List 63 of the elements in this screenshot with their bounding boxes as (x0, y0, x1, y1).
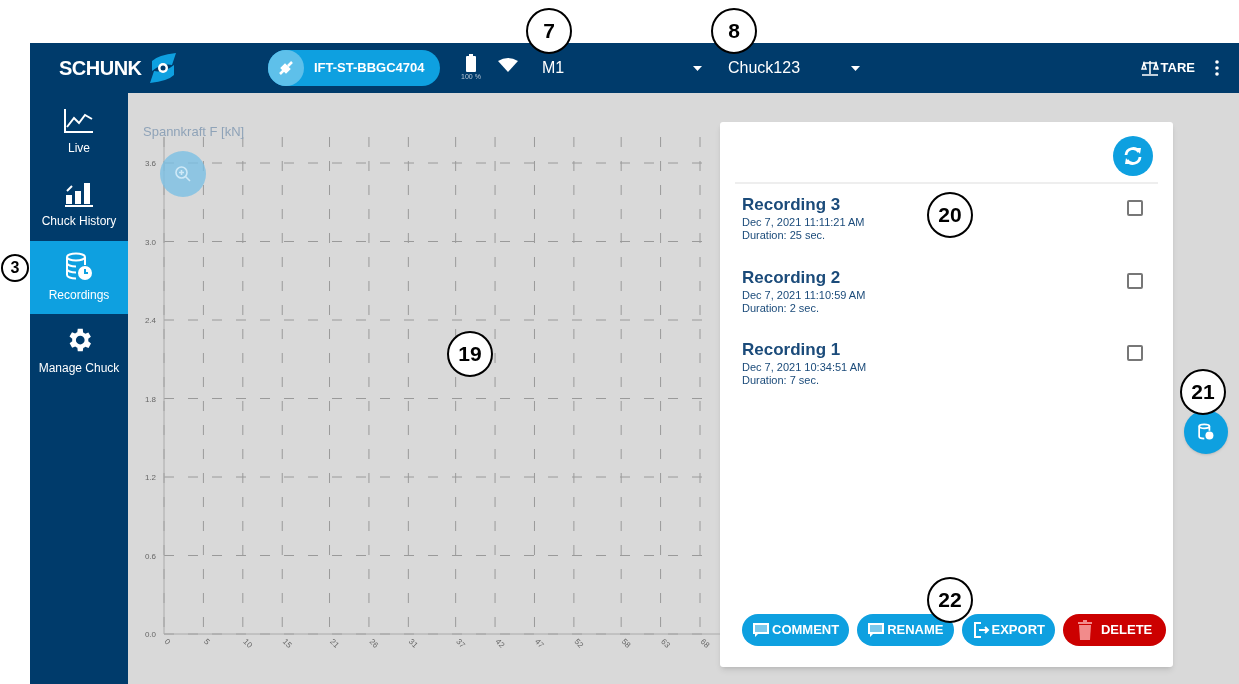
recording-title: Recording 3 (742, 194, 842, 216)
x-tick-label: 58 (619, 637, 633, 650)
x-tick-label: 63 (659, 637, 672, 650)
y-tick-label: 1.2 (144, 473, 156, 482)
refresh-button[interactable] (1113, 136, 1153, 176)
recording-date: Dec 7, 2021 10:34:51 AM (742, 361, 867, 374)
checkbox[interactable] (1127, 345, 1143, 361)
x-tick-label: 37 (454, 637, 467, 650)
x-tick-label: 31 (406, 637, 420, 650)
callout-number: 3 (1, 254, 29, 282)
x-tick-label: 47 (533, 637, 546, 650)
export-icon (971, 621, 990, 639)
caret-icon (693, 65, 702, 71)
y-tick-label: 0.0 (144, 630, 156, 639)
recording-duration: Duration: 25 sec. (742, 229, 827, 242)
x-tick-label: 5 (202, 637, 212, 647)
y-tick-label: 0.6 (144, 551, 156, 561)
y-axis-title: Spannkraft F [kN] (143, 124, 245, 139)
chuck-dropdown[interactable]: Chuck123 (728, 56, 860, 80)
comment-icon (752, 621, 770, 639)
y-tick-label: 2.4 (144, 316, 156, 325)
recording-duration: Duration: 7 sec. (742, 374, 821, 387)
recording-fab[interactable] (1184, 410, 1228, 454)
trash-icon (1077, 620, 1093, 640)
kebab-icon (1215, 60, 1219, 76)
y-tick-label: 3.6 (144, 159, 156, 168)
x-tick-label: 0 (162, 637, 173, 647)
brand-logo: SCHUNK (59, 56, 142, 81)
scale-icon (1140, 60, 1159, 76)
more-menu-button[interactable] (1215, 60, 1219, 76)
x-tick-label: 10 (241, 637, 255, 650)
recording-title: Recording 1 (742, 339, 842, 361)
callout-number: 8 (711, 8, 757, 54)
x-tick-label: 68 (698, 637, 712, 650)
x-tick-label: 52 (572, 637, 586, 650)
x-tick-label: 21 (328, 637, 341, 650)
tare-button[interactable]: TARE (1140, 58, 1195, 78)
wifi-icon (498, 58, 518, 72)
delete-button[interactable]: DELETE (1063, 614, 1167, 646)
battery-icon (466, 53, 476, 72)
recording-date: Dec 7, 2021 11:10:59 AM (742, 288, 866, 302)
x-tick-label: 15 (280, 637, 294, 650)
y-tick-label: 1.8 (144, 394, 156, 404)
x-tick-label: 26 (367, 637, 381, 650)
caret-icon (851, 65, 860, 71)
database-clock-icon (1198, 423, 1214, 441)
line-chart-icon (63, 106, 95, 135)
database-clock-icon (65, 251, 93, 282)
recording-title: Recording 2 (742, 266, 842, 289)
sidebar-item[interactable]: Live (30, 95, 128, 168)
checkbox[interactable] (1127, 272, 1143, 289)
callout-number: 7 (526, 8, 572, 54)
sidebar-item[interactable]: Manage Chuck (30, 314, 128, 387)
checkbox[interactable] (1127, 200, 1143, 216)
refresh-icon (1122, 145, 1144, 167)
recording-date: Dec 7, 2021 11:11:21 AM (742, 216, 865, 229)
recording-duration: Duration: 2 sec. (742, 301, 821, 315)
sidebar-item[interactable]: Chuck History (30, 168, 128, 241)
zoom-in-icon (174, 165, 192, 183)
x-tick-label: 42 (493, 637, 507, 650)
comment-icon (867, 621, 886, 639)
machine-dropdown[interactable]: M1 (542, 56, 702, 80)
y-tick-label: 3.0 (144, 237, 156, 247)
